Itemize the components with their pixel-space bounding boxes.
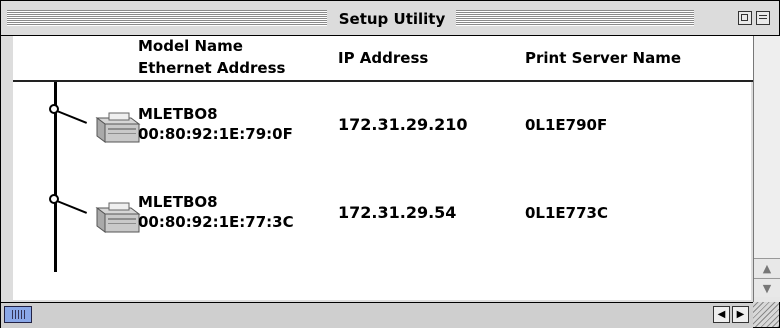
- scroll-right-button[interactable]: ▶: [732, 306, 749, 323]
- network-cable: [56, 200, 88, 214]
- vertical-scrollbar[interactable]: ▲ ▼: [753, 36, 780, 302]
- horizontal-scroll-thumb[interactable]: [4, 306, 32, 323]
- setup-utility-window: Setup Utility Model Name Ethernet Addres…: [0, 0, 780, 328]
- device-print-server-name: 0L1E790F: [525, 116, 608, 134]
- device-ethernet-address: 00:80:92:1E:77:3C: [138, 213, 294, 231]
- device-model-name: MLETBO8: [138, 105, 218, 123]
- vertical-scroll-track[interactable]: [754, 36, 780, 258]
- device-list: MLETBO8 00:80:92:1E:79:0F 172.31.29.210 …: [13, 82, 751, 300]
- device-print-server-name: 0L1E773C: [525, 204, 608, 222]
- device-model-name: MLETBO8: [138, 193, 218, 211]
- title-bar[interactable]: Setup Utility: [1, 1, 779, 36]
- column-header-model-name[interactable]: Model Name: [138, 36, 243, 56]
- network-cable: [56, 110, 88, 124]
- device-row[interactable]: MLETBO8 00:80:92:1E:77:3C 172.31.29.54 0…: [13, 186, 751, 246]
- window-title: Setup Utility: [330, 9, 454, 29]
- title-bar-stripes-left: [7, 10, 327, 26]
- printer-icon: [95, 112, 141, 143]
- scroll-left-button[interactable]: ◀: [713, 306, 730, 323]
- column-header-ip-address[interactable]: IP Address: [338, 48, 428, 68]
- column-header-ethernet-address[interactable]: Ethernet Address: [138, 58, 285, 78]
- device-row[interactable]: MLETBO8 00:80:92:1E:79:0F 172.31.29.210 …: [13, 94, 751, 154]
- left-arrow-icon: ◀: [717, 309, 726, 320]
- device-ip-address: 172.31.29.210: [338, 115, 468, 134]
- horizontal-scrollbar[interactable]: ◀ ▶: [1, 302, 753, 328]
- collapse-box-icon[interactable]: [756, 11, 770, 25]
- column-header-print-server-name[interactable]: Print Server Name: [525, 48, 681, 68]
- down-arrow-icon: ▼: [762, 281, 772, 295]
- device-ip-address: 172.31.29.54: [338, 203, 457, 222]
- right-arrow-icon: ▶: [736, 309, 745, 320]
- column-header: Model Name Ethernet Address IP Address P…: [13, 36, 769, 82]
- title-bar-stripes-right: [456, 10, 694, 26]
- device-ethernet-address: 00:80:92:1E:79:0F: [138, 125, 293, 143]
- scroll-down-button[interactable]: ▼: [754, 278, 780, 297]
- resize-grip-icon[interactable]: [753, 302, 779, 327]
- zoom-box-icon[interactable]: [738, 11, 752, 25]
- up-arrow-icon: ▲: [762, 261, 772, 275]
- scroll-up-button[interactable]: ▲: [754, 258, 780, 277]
- printer-icon: [95, 202, 141, 233]
